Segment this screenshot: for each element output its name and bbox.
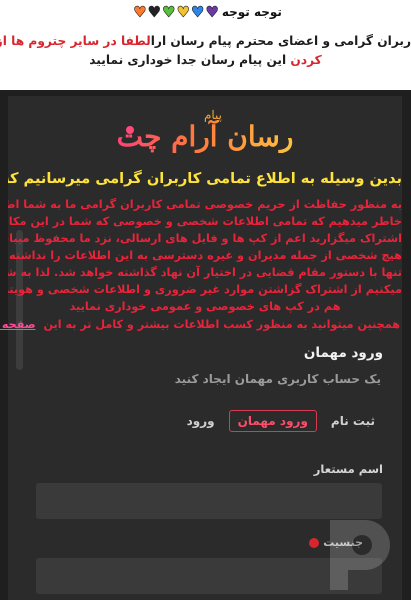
more-info-text: همچنین میتوانید به منظور کسب اطلاعات بیش… (43, 318, 400, 331)
notice-line2-black: این پیام رسان جدا خوداری نمایید (89, 53, 287, 67)
frame-right (402, 90, 411, 600)
guest-login-subtitle: یک حساب کاربری مهمان ایجاد کنید (174, 372, 381, 386)
announcement-heading-text: بدین وسیله به اطلاع تمامی کاربران گرامی … (8, 170, 402, 187)
notice-line1-black: ربران گرامی و اعضای محترم پیام رسان ارا (150, 34, 411, 48)
announcement-line: هم در کپ های خصوصی و عمومی خوداری نمایید (69, 300, 341, 313)
tab-2[interactable]: ثبت نام (325, 411, 381, 431)
heart-icon: ♥ (162, 2, 176, 21)
app-logo: پیام رسان آرام چت (110, 104, 300, 154)
more-info-note: همچنین میتوانید به منظور کسب اطلاعات بیش… (0, 318, 400, 338)
notice-line2-red: کردن (290, 53, 322, 67)
notice-line-1: ربران گرامی و اعضای محترم پیام رسان ارال… (0, 32, 411, 51)
tab-1[interactable]: ورود مهمان (228, 410, 317, 432)
frame-top (0, 90, 411, 96)
tab-0[interactable]: ورود (181, 411, 221, 431)
auth-tabs: ورود ورود مهمان ثبت نام (181, 408, 381, 434)
top-notice: توجه توجه ♥ ♥ ♥ ♥ ♥ ♥ ربران گرامی و اعضای محت… (0, 0, 411, 90)
heart-icon: ♥ (147, 2, 161, 21)
notice-line-2: کردن این پیام رسان جدا خوداری نمایید (0, 51, 411, 70)
heart-icon: ♥ (190, 2, 205, 21)
guest-login-title: ورود مهمان (303, 345, 383, 361)
announcement-body: به منظور حفاظت از حریم خصوصی تمامی کاربر… (8, 196, 402, 315)
username-label: اسم مستعار (313, 462, 383, 476)
heart-icon: ♥ (205, 2, 219, 21)
notice-text: ربران گرامی و اعضای محترم پیام رسان ارال… (0, 24, 411, 70)
watermark-logo-icon (330, 520, 390, 590)
heart-icon: ♥ (176, 2, 190, 21)
hearts-row: ♥ ♥ ♥ ♥ ♥ ♥ (133, 2, 219, 21)
heart-icon: ♥ (133, 2, 147, 21)
announcement-line: هیچ شخصی از جمله مدیران و غیره دسترسی به… (8, 249, 402, 262)
announcement: بدین وسیله به اطلاع تمامی کاربران گرامی … (8, 168, 402, 338)
logo-dot-icon (126, 126, 134, 134)
announcement-heading: بدین وسیله به اطلاع تمامی کاربران گرامی … (8, 168, 402, 190)
attention-text: توجه توجه (221, 5, 282, 19)
notice-line1-red: لطفا در سایر چتروم ها از بردن نام ما و ی… (0, 34, 151, 48)
logo-main-text: رسان آرام چت (110, 120, 300, 153)
announcement-line: به منظور حفاظت از حریم خصوصی تمامی کاربر… (8, 198, 402, 211)
attention-row: توجه توجه ♥ ♥ ♥ ♥ ♥ ♥ (0, 0, 411, 24)
announcement-line: خاطر میدهیم که تمامی اطلاعات شخصی و خصوص… (8, 215, 402, 228)
more-info-link[interactable]: صفحه مراجعه (0, 318, 36, 331)
chat-app-panel: پیام رسان آرام چت بدین وسیله به اطلاع تم… (0, 90, 411, 600)
announcement-line: تنها با دستور مقام قضایی در اختیار آن نه… (8, 266, 402, 279)
frame-left (0, 90, 8, 600)
announcement-line: اشتراک میگزارید اعم از کپ ها و فایل های … (8, 232, 402, 245)
announcement-line: میکنیم از اشتراک گزاشتن موارد غیر ضروری … (8, 283, 402, 296)
